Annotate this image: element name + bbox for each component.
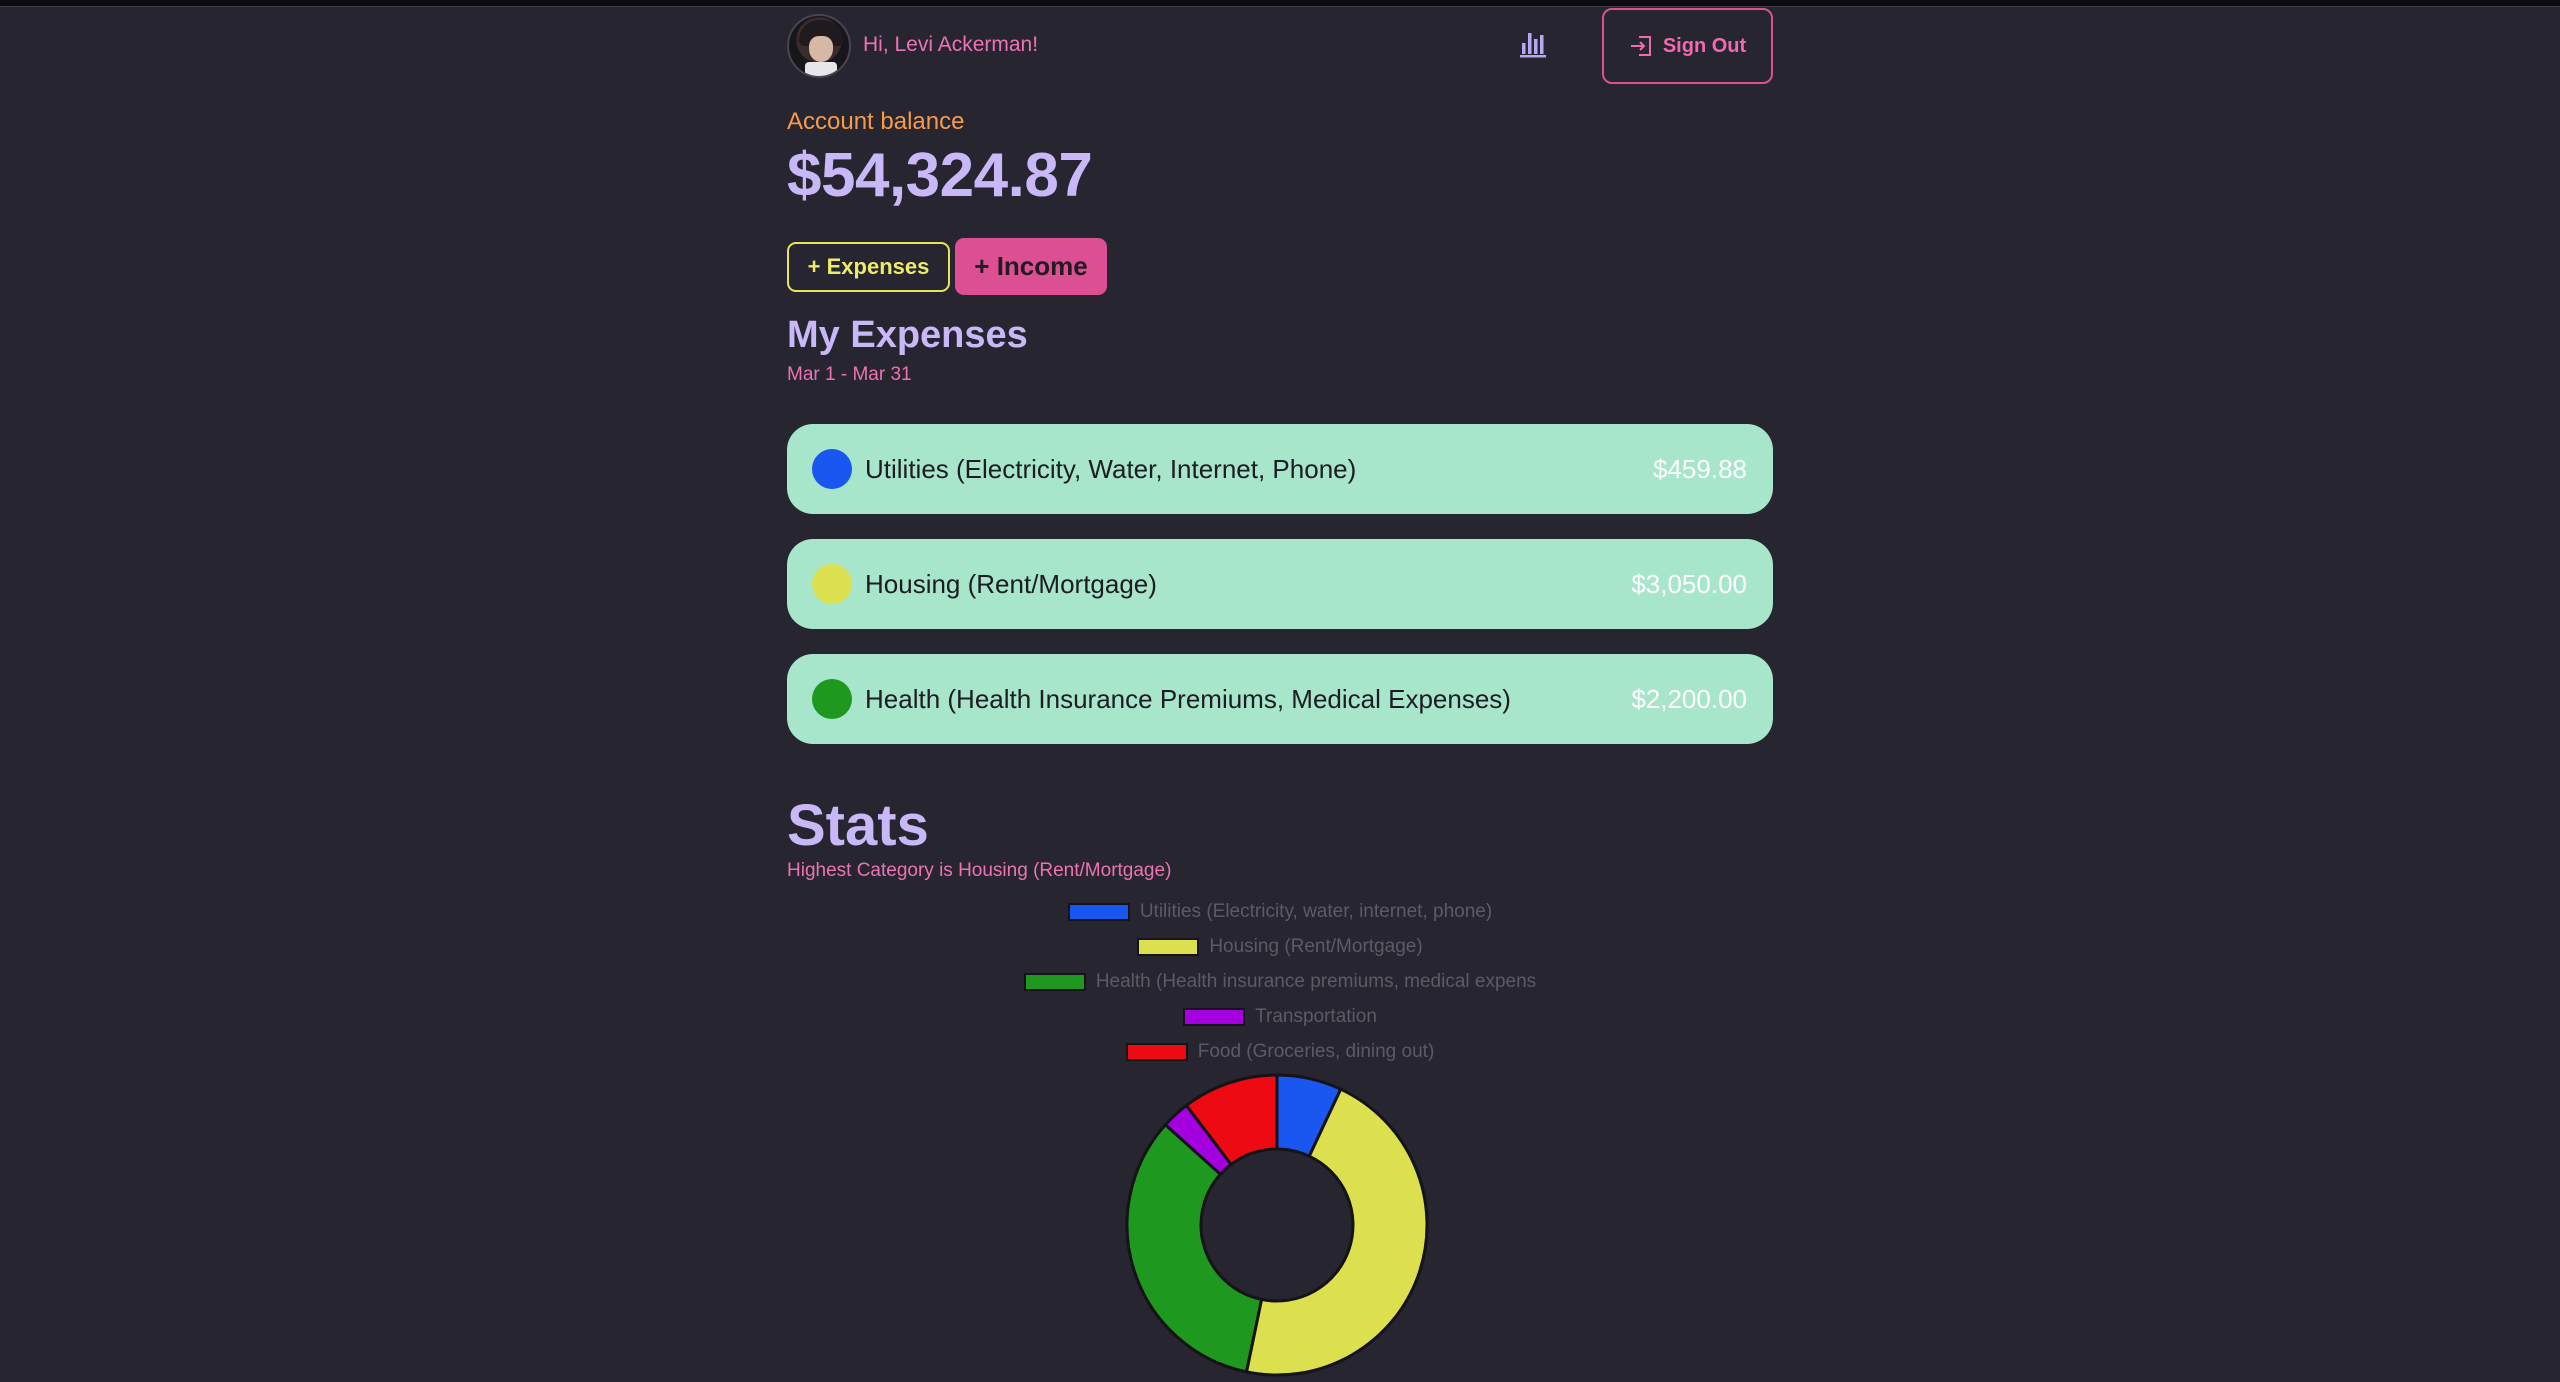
add-income-button[interactable]: + Income [955, 238, 1107, 295]
sign-in-icon [1630, 36, 1651, 56]
stats-subtitle: Highest Category is Housing (Rent/Mortga… [787, 860, 1172, 881]
sign-out-label: Sign Out [1662, 34, 1747, 57]
legend-swatch [1125, 1042, 1188, 1061]
expense-item-utilities[interactable]: Utilities (Electricity, Water, Internet,… [787, 424, 1773, 514]
category-color-dot [812, 564, 852, 604]
legend-label: Utilities (Electricity, water, internet,… [1139, 900, 1493, 922]
legend-item[interactable]: Utilities (Electricity, water, internet,… [787, 894, 1773, 929]
expense-amount: $2,200.00 [1631, 684, 1747, 714]
expenses-donut-chart [1125, 1073, 1429, 1377]
expense-item-housing[interactable]: Housing (Rent/Mortgage) $3,050.00 [787, 539, 1773, 629]
legend-item[interactable]: Housing (Rent/Mortgage) [787, 929, 1773, 964]
date-range: Mar 1 - Mar 31 [787, 364, 912, 385]
expense-name: Utilities (Electricity, Water, Internet,… [865, 454, 1357, 484]
stats-title: Stats [787, 793, 929, 858]
expenses-title: My Expenses [787, 314, 1028, 356]
category-color-dot [812, 679, 852, 719]
avatar-face [809, 36, 833, 62]
expense-list: Utilities (Electricity, Water, Internet,… [787, 424, 1773, 769]
expense-name: Housing (Rent/Mortgage) [865, 569, 1157, 599]
main-container: Hi, Levi Ackerman! Sign Out Account bala… [787, 0, 1773, 1382]
legend-item[interactable]: Food (Groceries, dining out) [787, 1034, 1773, 1069]
add-expenses-button[interactable]: + Expenses [787, 242, 950, 292]
legend-swatch [1023, 972, 1086, 991]
legend-swatch [1067, 902, 1130, 921]
legend-label: Food (Groceries, dining out) [1197, 1040, 1435, 1062]
balance-label: Account balance [787, 108, 965, 135]
account-balance: $54,324.87 [787, 141, 1093, 210]
expense-amount: $3,050.00 [1631, 569, 1747, 599]
legend-label: Transportation [1255, 1005, 1377, 1027]
donut-slice-2[interactable] [1125, 1122, 1264, 1374]
legend-item[interactable]: Transportation [787, 999, 1773, 1034]
legend-label: Housing (Rent/Mortgage) [1209, 935, 1423, 957]
expense-item-health[interactable]: Health (Health Insurance Premiums, Medic… [787, 654, 1773, 744]
header: Hi, Levi Ackerman! Sign Out [787, 8, 1773, 86]
legend-swatch [1183, 1007, 1246, 1026]
legend-swatch [1137, 937, 1200, 956]
legend-label: Health (Health insurance premiums, medic… [1095, 970, 1537, 992]
avatar [787, 14, 851, 78]
avatar-collar [805, 62, 837, 76]
chart-legend: Utilities (Electricity, water, internet,… [787, 894, 1773, 1069]
bar-chart-icon[interactable] [1518, 28, 1548, 58]
greeting: Hi, Levi Ackerman! [863, 33, 1039, 56]
sign-out-button[interactable]: Sign Out [1602, 8, 1773, 84]
expense-name: Health (Health Insurance Premiums, Medic… [865, 684, 1511, 714]
category-color-dot [812, 449, 852, 489]
legend-item[interactable]: Health (Health insurance premiums, medic… [787, 964, 1773, 999]
expense-amount: $459.88 [1653, 454, 1747, 484]
